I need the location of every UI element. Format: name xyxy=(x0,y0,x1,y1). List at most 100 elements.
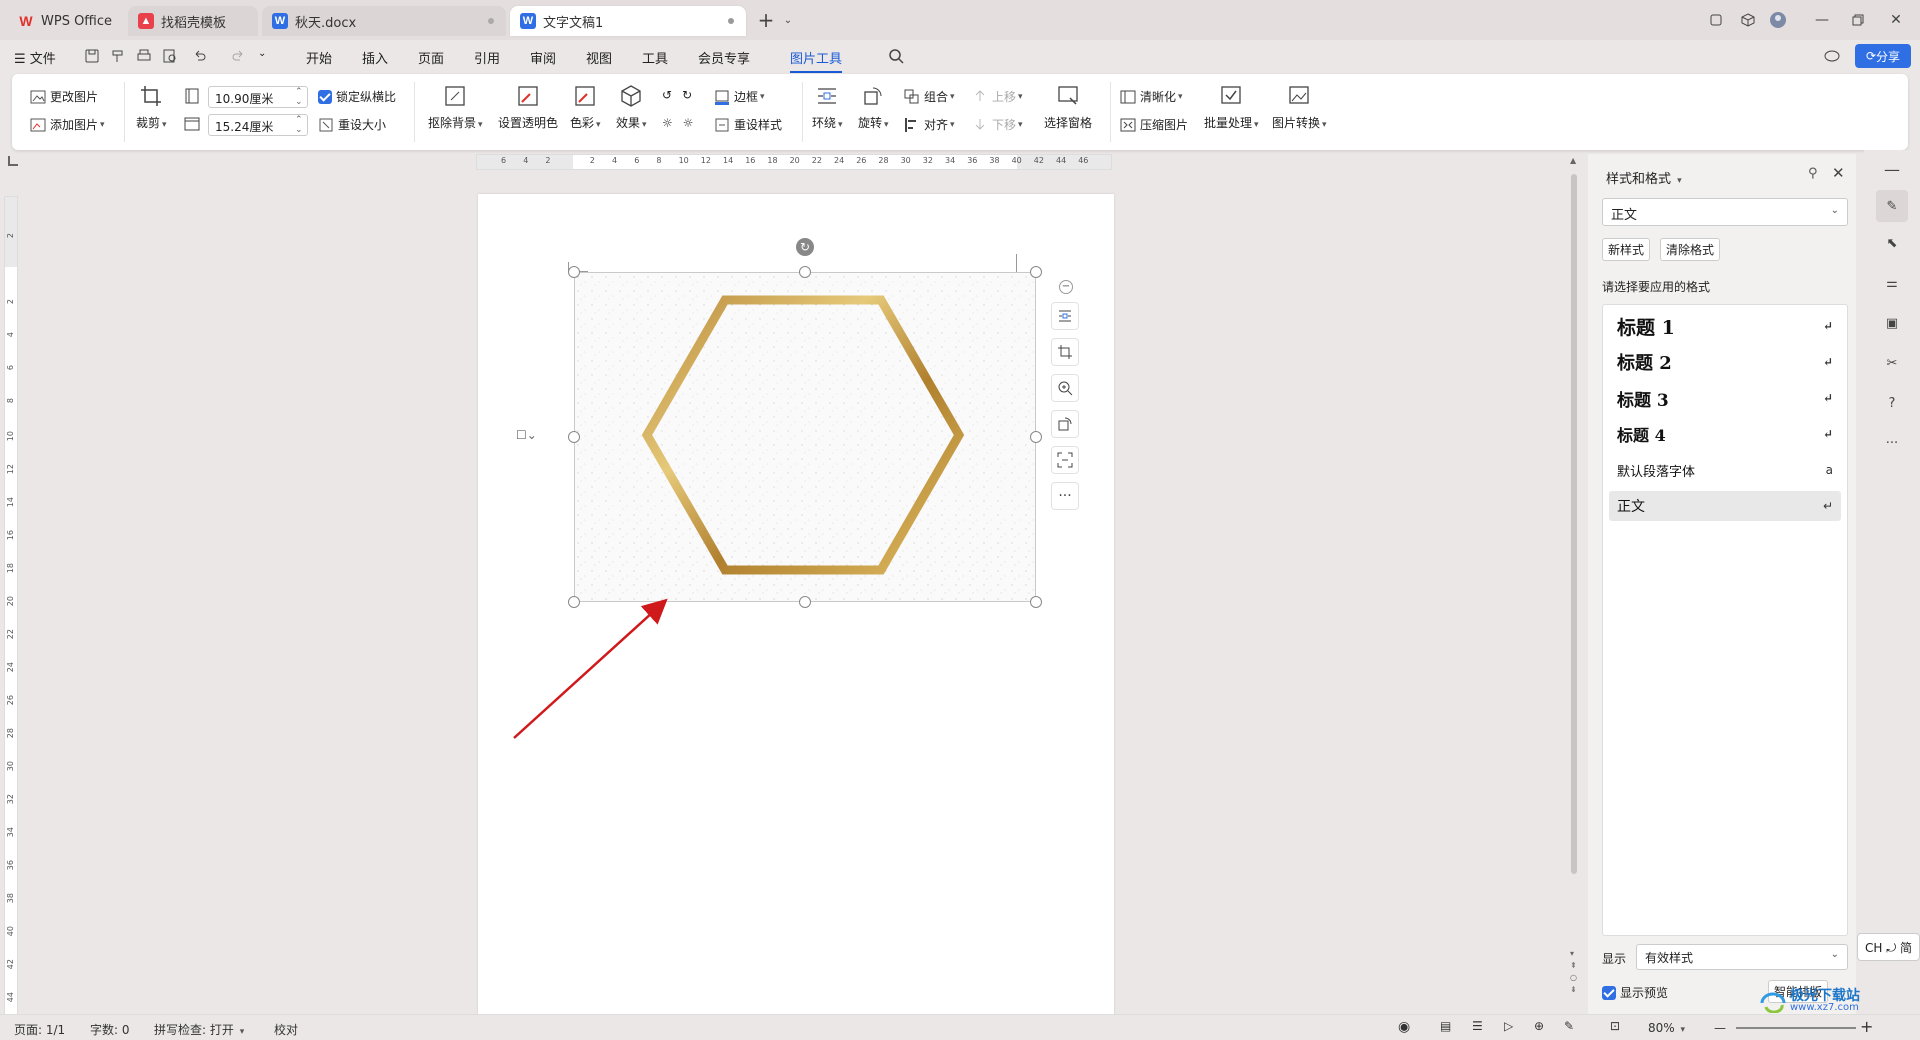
layout-icon[interactable] xyxy=(1706,10,1726,30)
resize-handle[interactable] xyxy=(1030,596,1042,608)
current-style-select[interactable]: 正文 ⌄ xyxy=(1602,198,1848,226)
selected-picture[interactable] xyxy=(574,272,1036,602)
eye-protection-icon[interactable]: ◉ xyxy=(1398,1019,1410,1035)
border-button[interactable]: 边框 ▾ xyxy=(714,88,765,105)
wrap-button[interactable]: 环绕 ▾ xyxy=(812,84,843,131)
collapse-icon[interactable]: − xyxy=(1059,280,1073,294)
vertical-scrollbar[interactable]: ▲ ▾ ⇞ ○ ⇟ xyxy=(1568,154,1580,1010)
style-heading-1[interactable]: 标题 1 ↵ xyxy=(1609,311,1841,341)
compress-button[interactable]: 压缩图片 xyxy=(1120,116,1188,133)
resize-handle[interactable] xyxy=(799,596,811,608)
input-method-indicator[interactable]: CH ⤾ 简 xyxy=(1857,933,1920,961)
quick-access-chevron-icon[interactable]: ⌄ xyxy=(258,48,266,59)
menu-insert[interactable]: 插入 xyxy=(362,48,388,67)
adjust-sliders-icon[interactable]: ⚌ xyxy=(1882,276,1902,296)
word-count[interactable]: 字数: 0 xyxy=(90,1021,130,1038)
pin-icon[interactable]: ⚲ xyxy=(1808,166,1818,181)
close-dot-icon[interactable] xyxy=(728,18,734,24)
tab-list-chevron-icon[interactable]: ⌄ xyxy=(778,10,798,30)
more-icon[interactable]: ··· xyxy=(1882,436,1902,456)
select-cursor-icon[interactable]: ⬉ xyxy=(1882,236,1902,256)
show-preview-checkbox[interactable]: 显示预览 xyxy=(1602,984,1668,1001)
outline-view-icon[interactable]: ☰ xyxy=(1472,1019,1483,1033)
scroll-up-icon[interactable]: ▲ xyxy=(1570,156,1576,165)
menu-page[interactable]: 页面 xyxy=(418,48,444,67)
new-tab-icon[interactable]: + xyxy=(756,8,776,32)
edit-pen-icon[interactable]: ✎ xyxy=(1564,1019,1574,1033)
page-count[interactable]: 页面: 1/1 xyxy=(14,1021,65,1038)
spell-check-status[interactable]: 拼写检查: 打开 ▾ xyxy=(154,1021,244,1038)
tab-autumn-doc[interactable]: W 秋天.docx xyxy=(262,6,506,36)
tab-current-doc[interactable]: W 文字文稿1 xyxy=(510,6,746,36)
format-painter-icon[interactable] xyxy=(110,48,126,64)
tab-wps-home[interactable]: W WPS Office xyxy=(8,6,123,36)
menu-picture-tools[interactable]: 图片工具 xyxy=(790,48,843,73)
add-picture-button[interactable]: 添加图片 ▾ xyxy=(30,116,105,133)
resize-handle[interactable] xyxy=(1030,431,1042,443)
brightness-buttons[interactable]: ☼ ☼ xyxy=(662,116,694,130)
lock-ratio-checkbox[interactable]: 锁定纵横比 xyxy=(318,88,396,105)
restore-icon[interactable] xyxy=(1848,10,1868,30)
avatar[interactable] xyxy=(1768,10,1788,30)
comment-icon[interactable] xyxy=(1824,48,1840,64)
save-icon[interactable] xyxy=(84,48,100,64)
web-view-icon[interactable]: ⊕ xyxy=(1534,1019,1544,1033)
remove-background-button[interactable]: 抠除背景 ▾ xyxy=(428,84,483,131)
print-preview-icon[interactable] xyxy=(162,48,178,64)
rotate-quick-button[interactable] xyxy=(1051,410,1079,438)
menu-tools[interactable]: 工具 xyxy=(642,48,668,67)
share-button[interactable]: ⟳ 分享 xyxy=(1855,44,1911,68)
batch-process-button[interactable]: 批量处理 ▾ xyxy=(1204,84,1259,131)
proofread-button[interactable]: 校对 xyxy=(274,1021,298,1038)
resize-handle[interactable] xyxy=(799,266,811,278)
bring-forward-button[interactable]: 上移 ▾ xyxy=(972,88,1023,105)
selection-pane-button[interactable]: 选择窗格 xyxy=(1044,84,1092,131)
style-normal[interactable]: 正文 ↵ xyxy=(1609,491,1841,521)
picture-convert-button[interactable]: 图片转换 ▾ xyxy=(1272,84,1327,131)
fit-page-icon[interactable]: ⊡ xyxy=(1610,1019,1620,1033)
clear-format-button[interactable]: 清除格式 xyxy=(1660,238,1721,261)
cube-icon[interactable] xyxy=(1738,10,1758,30)
horizontal-ruler[interactable]: 6 4 2 2 4 6 8 10 12 14 16 18 20 22 24 26 28 30 32 34 36 38 40 4… xyxy=(476,154,1112,170)
extract-text-quick-button[interactable] xyxy=(1051,446,1079,474)
menu-home[interactable]: 开始 xyxy=(306,48,332,67)
zoom-quick-button[interactable] xyxy=(1051,374,1079,402)
show-filter-select[interactable]: 有效样式 ⌄ xyxy=(1636,944,1848,970)
style-heading-4[interactable]: 标题 4 ↵ xyxy=(1609,419,1841,449)
resize-handle[interactable] xyxy=(1030,266,1042,278)
width-input[interactable]: 10.90厘米 xyxy=(208,86,308,108)
reset-size-button[interactable]: 重设大小 xyxy=(318,116,386,133)
rotate-button[interactable]: 旋转 ▾ xyxy=(858,84,889,131)
menu-member[interactable]: 会员专享 xyxy=(698,48,750,67)
scroll-thumb[interactable] xyxy=(1571,174,1577,874)
change-picture-button[interactable]: 更改图片 xyxy=(30,88,98,105)
set-transparent-button[interactable]: 设置透明色 xyxy=(498,84,558,131)
page-view-icon[interactable]: ▤ xyxy=(1440,1019,1451,1033)
close-icon[interactable]: ✕ xyxy=(1886,10,1906,30)
reset-style-button[interactable]: 重设样式 xyxy=(714,116,782,133)
resize-handle[interactable] xyxy=(568,266,580,278)
panel-close-icon[interactable]: ✕ xyxy=(1832,164,1845,182)
crop-quick-button[interactable] xyxy=(1051,338,1079,366)
layout-options-icon[interactable]: ☐⌄ xyxy=(516,428,550,446)
wrap-quick-button[interactable] xyxy=(1051,302,1079,330)
crop-button[interactable]: 裁剪 ▾ xyxy=(136,84,167,131)
zoom-slider[interactable] xyxy=(1736,1027,1856,1029)
print-icon[interactable] xyxy=(136,48,152,64)
group-button[interactable]: 组合 ▾ xyxy=(904,88,955,105)
styles-pen-icon[interactable]: ✎ xyxy=(1876,190,1908,222)
menu-view[interactable]: 视图 xyxy=(586,48,612,67)
sharpen-button[interactable]: 清晰化 ▾ xyxy=(1120,88,1183,105)
style-heading-2[interactable]: 标题 2 ↵ xyxy=(1609,347,1841,377)
search-icon[interactable] xyxy=(888,48,904,64)
more-options-icon[interactable]: ··· xyxy=(1051,482,1079,510)
redo-icon[interactable] xyxy=(230,48,246,64)
align-button[interactable]: 对齐 ▾ xyxy=(904,116,955,133)
minimize-icon[interactable]: — xyxy=(1812,10,1832,30)
style-default-paragraph-font[interactable]: 默认段落字体 a xyxy=(1609,455,1841,485)
scroll-nav-icons[interactable]: ▾ ⇞ ○ ⇟ xyxy=(1570,948,1577,996)
panel-title[interactable]: 样式和格式 ▾ xyxy=(1606,168,1682,187)
menu-references[interactable]: 引用 xyxy=(474,48,500,67)
close-dot-icon[interactable] xyxy=(488,18,494,24)
image-edit-icon[interactable]: ▣ xyxy=(1882,316,1902,336)
